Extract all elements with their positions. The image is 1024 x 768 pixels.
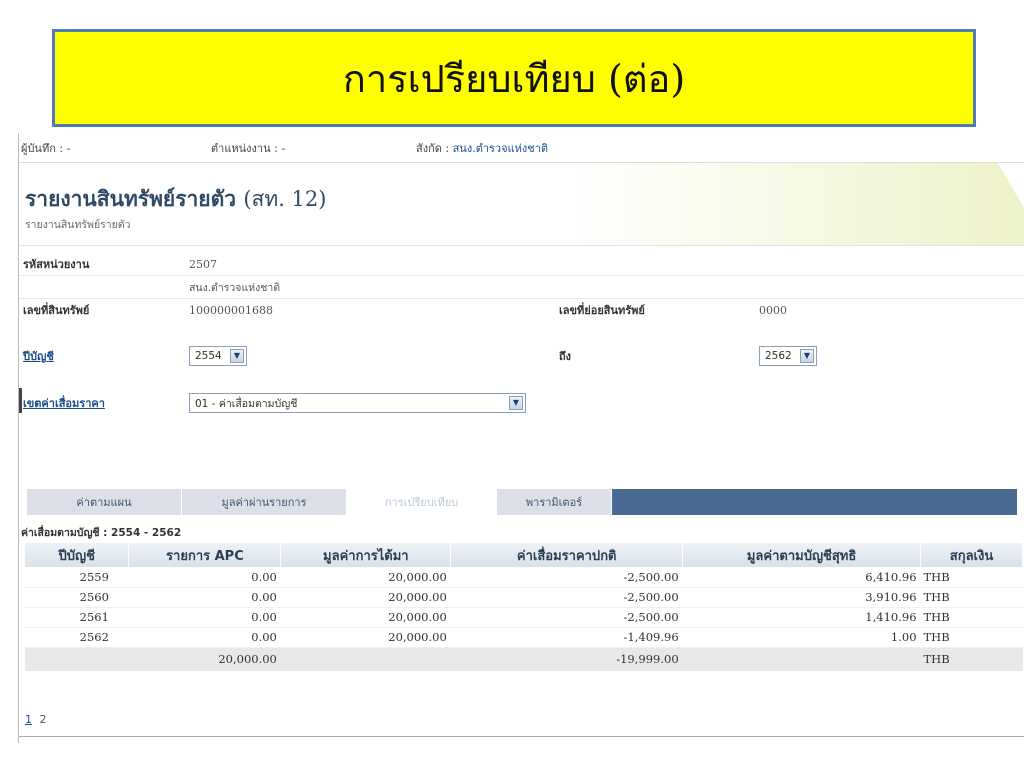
depr-area-link[interactable]: เขตค่าเสื่อมราคา — [23, 394, 105, 412]
tab-posted-values[interactable]: มูลค่าผ่านรายการ — [182, 489, 347, 515]
total-apc: 20,000.00 — [128, 647, 281, 671]
depr-area-value: 01 - ค่าเสื่อมตามบัญชี — [195, 397, 298, 410]
fiscal-year-link[interactable]: ปีบัญชี — [23, 347, 54, 365]
depr-area-row: เขตค่าเสื่อมราคา 01 - ค่าเสื่อมตามบัญชี … — [19, 392, 1024, 414]
unit-code-value: 2507 — [189, 257, 217, 271]
tab-bar: ค่าตามแผน มูลค่าผ่านรายการ การเปรียบเทีย… — [27, 489, 1017, 515]
cell-depreciation: -2,500.00 — [450, 587, 683, 608]
cell-net-book-value: 3,910.96 — [682, 587, 921, 608]
cell-depreciation: -2,500.00 — [450, 607, 683, 628]
comparison-table: ปีบัญชี รายการ APC มูลค่าการได้มา ค่าเสื… — [25, 543, 1023, 671]
page-link-next[interactable]: 2 — [40, 713, 47, 726]
slide-title: การเปรียบเทียบ (ต่อ) — [342, 56, 686, 101]
fiscal-year-row: ปีบัญชี 2554 ▼ ถึง 2562 ▼ — [19, 345, 1024, 367]
col-header-depreciation: ค่าเสื่อมราคาปกติ — [450, 543, 684, 567]
page-link-current[interactable]: 1 — [25, 713, 32, 726]
page-title: รายงานสินทรัพย์รายตัว (สท. 12) — [25, 183, 326, 216]
user-info-bar: ผู้บันทึก : - ตำแหน่งงาน : - สังกัด : สน… — [19, 133, 1024, 163]
page-title-serial: (สท. 12) — [243, 187, 327, 211]
col-header-currency: สกุลเงิน — [920, 543, 1023, 567]
cell-currency: THB — [920, 567, 1023, 588]
total-currency: THB — [920, 647, 1023, 671]
table-total-row: 20,000.00 -19,999.00 THB — [25, 647, 1023, 671]
cell-net-book-value: 6,410.96 — [682, 567, 921, 588]
cell-currency: THB — [920, 627, 1023, 648]
page-title-text: รายงานสินทรัพย์รายตัว — [25, 187, 237, 211]
cell-currency: THB — [920, 587, 1023, 608]
cell-currency: THB — [920, 607, 1023, 628]
col-header-fiscal-year: ปีบัญชี — [25, 543, 130, 567]
unit-name-value: สนง.ตำรวจแห่งชาติ — [189, 281, 281, 294]
chevron-down-icon[interactable]: ▼ — [230, 349, 244, 363]
cell-apc: 0.00 — [128, 627, 281, 648]
tab-planned-values[interactable]: ค่าตามแผน — [27, 489, 182, 515]
asset-no-row: เลขที่สินทรัพย์ 100000001688 เลขที่ย่อยส… — [19, 299, 1024, 321]
page-subtitle: รายงานสินทรัพย์รายตัว — [25, 219, 131, 231]
table-header-row: ปีบัญชี รายการ APC มูลค่าการได้มา ค่าเสื… — [25, 543, 1023, 567]
to-label: ถึง — [559, 350, 572, 363]
tab-comparison[interactable]: การเปรียบเทียบ — [347, 489, 497, 515]
table-row: 2562 0.00 20,000.00 -1,409.96 1.00 THB — [25, 627, 1023, 648]
org-value: สนง.ตำรวจแห่งชาติ — [452, 141, 549, 155]
table-row: 2559 0.00 20,000.00 -2,500.00 6,410.96 T… — [25, 567, 1023, 588]
cell-acquisition: 20,000.00 — [280, 587, 451, 608]
cell-apc: 0.00 — [128, 587, 281, 608]
org-label: สังกัด : — [416, 141, 450, 155]
total-fiscal-year — [25, 647, 129, 671]
header-corner-decoration — [998, 163, 1024, 208]
sub-asset-value: 0000 — [759, 303, 787, 317]
cell-net-book-value: 1,410.96 — [682, 607, 921, 628]
tab-parameters[interactable]: พารามิเตอร์ — [497, 489, 612, 515]
unit-name-row: สนง.ตำรวจแห่งชาติ — [19, 276, 1024, 298]
fiscal-year-to-select[interactable]: 2562 ▼ — [759, 346, 817, 366]
total-depreciation: -19,999.00 — [450, 647, 683, 671]
col-header-net-book-value: มูลค่าตามบัญชีสุทธิ — [682, 543, 922, 567]
chevron-down-icon[interactable]: ▼ — [800, 349, 814, 363]
pagination: 1 2 — [25, 713, 47, 726]
cell-fiscal-year: 2560 — [25, 587, 129, 608]
cell-net-book-value: 1.00 — [682, 627, 921, 648]
cell-fiscal-year: 2561 — [25, 607, 129, 628]
cell-depreciation: -2,500.00 — [450, 567, 683, 588]
cell-acquisition: 20,000.00 — [280, 567, 451, 588]
table-caption: ค่าเสื่อมตามบัญชี : 2554 - 2562 — [21, 527, 182, 539]
app-screenshot: ผู้บันทึก : - ตำแหน่งงาน : - สังกัด : สน… — [18, 133, 1024, 743]
unit-code-label: รหัสหน่วยงาน — [23, 258, 90, 271]
table-row: 2561 0.00 20,000.00 -2,500.00 1,410.96 T… — [25, 607, 1023, 628]
fiscal-year-from-select[interactable]: 2554 ▼ — [189, 346, 247, 366]
asset-no-label: เลขที่สินทรัพย์ — [23, 304, 90, 317]
slide-title-banner: การเปรียบเทียบ (ต่อ) — [52, 29, 976, 127]
fiscal-year-from-value: 2554 — [195, 350, 222, 362]
cell-apc: 0.00 — [128, 607, 281, 628]
cell-acquisition: 20,000.00 — [280, 627, 451, 648]
fiscal-year-to-value: 2562 — [765, 350, 792, 362]
chevron-down-icon[interactable]: ▼ — [509, 396, 523, 410]
cell-apc: 0.00 — [128, 567, 281, 588]
col-header-acquisition: มูลค่าการได้มา — [280, 543, 452, 567]
cell-fiscal-year: 2562 — [25, 627, 129, 648]
unit-code-row: รหัสหน่วยงาน 2507 — [19, 253, 1024, 275]
total-net-book-value — [682, 647, 921, 671]
asset-no-value: 100000001688 — [189, 303, 273, 317]
cell-depreciation: -1,409.96 — [450, 627, 683, 648]
page-header: รายงานสินทรัพย์รายตัว (สท. 12) รายงานสิน… — [19, 163, 1024, 246]
depr-area-select[interactable]: 01 - ค่าเสื่อมตามบัญชี ▼ — [189, 393, 526, 413]
cell-fiscal-year: 2559 — [25, 567, 129, 588]
recorder-info: ผู้บันทึก : - — [21, 141, 71, 155]
table-row: 2560 0.00 20,000.00 -2,500.00 3,910.96 T… — [25, 587, 1023, 608]
col-header-apc: รายการ APC — [128, 543, 282, 567]
sub-asset-label: เลขที่ย่อยสินทรัพย์ — [559, 304, 645, 317]
cell-acquisition: 20,000.00 — [280, 607, 451, 628]
bottom-divider — [19, 736, 1024, 737]
position-info: ตำแหน่งงาน : - — [211, 141, 286, 155]
total-acquisition — [280, 647, 451, 671]
